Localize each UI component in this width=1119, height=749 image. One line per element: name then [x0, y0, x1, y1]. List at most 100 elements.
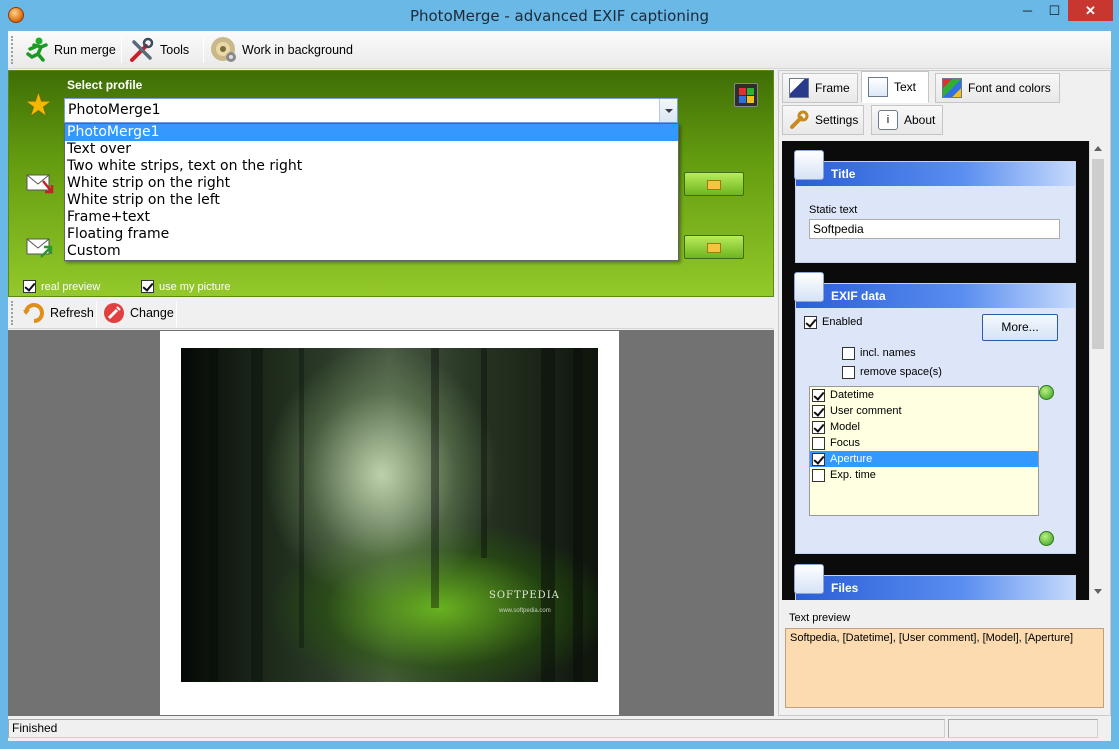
toolbar-separator [96, 301, 97, 327]
toolbar-grip[interactable] [11, 36, 14, 64]
more-button[interactable]: More... [982, 314, 1058, 341]
exif-field-list[interactable]: Datetime User comment Model Focus Apertu… [809, 386, 1039, 516]
exif-item-aperture[interactable]: Aperture [810, 451, 1038, 467]
checkbox-box[interactable] [842, 365, 855, 379]
camera-icon [794, 272, 824, 302]
static-text-label: Static text [809, 204, 858, 216]
tab-label: Frame [815, 81, 850, 95]
color-palette-button[interactable] [734, 83, 758, 107]
text-preview-label: Text preview [789, 612, 851, 624]
preview-toolbar: Refresh Change [8, 297, 774, 329]
tab-settings[interactable]: Settings [782, 105, 864, 135]
remove-spaces-checkbox[interactable]: remove space(s) [840, 364, 942, 380]
profile-option[interactable]: PhotoMerge1 [65, 124, 678, 141]
tools-button[interactable]: Tools [124, 34, 193, 66]
checkbox-box[interactable] [842, 346, 855, 360]
scroll-thumb[interactable] [1092, 159, 1104, 349]
toolbar-separator [121, 37, 122, 63]
pencil-note-icon [868, 77, 888, 97]
profile-option[interactable]: Floating frame [65, 226, 678, 243]
tab-label: About [904, 113, 936, 127]
preview-area: SOFTPEDIA www.softpedia.com [8, 330, 774, 716]
scroll-down-icon[interactable] [1094, 589, 1102, 594]
folder-icon [707, 243, 721, 253]
static-text-input[interactable]: Softpedia [809, 219, 1060, 239]
right-panel: Frame Text Font and colors Settings i Ab… [778, 70, 1111, 716]
scroll-up-icon[interactable] [1094, 146, 1102, 151]
status-bar: Finished [8, 717, 1111, 741]
run-merge-label: Run merge [54, 43, 116, 57]
main-toolbar: Run merge Tools Work in background [8, 31, 1111, 69]
frame-icon [789, 78, 809, 98]
import-envelope-icon [25, 167, 55, 194]
profile-option[interactable]: Custom [65, 243, 678, 260]
title-bar: PhotoMerge - advanced EXIF captioning ─ … [0, 0, 1119, 31]
work-in-background-button[interactable]: Work in background [206, 34, 357, 66]
select-profile-label: Select profile [67, 78, 143, 92]
title-group: Title Static text Softpedia [794, 150, 1076, 263]
move-down-icon[interactable] [1039, 531, 1054, 546]
gear-disc-icon [210, 36, 238, 64]
refresh-label: Refresh [50, 306, 94, 320]
tab-about[interactable]: i About [871, 105, 943, 135]
use-my-picture-checkbox[interactable]: use my picture [141, 280, 231, 293]
profile-option[interactable]: Frame+text [65, 209, 678, 226]
enabled-checkbox[interactable]: Enabled [802, 314, 862, 330]
import-folder-button[interactable] [684, 172, 744, 196]
maximize-button[interactable]: ☐ [1041, 0, 1068, 21]
profile-option[interactable]: White strip on the right [65, 175, 678, 192]
title-group-heading: Title [831, 167, 856, 181]
export-folder-button[interactable] [684, 235, 744, 259]
run-merge-button[interactable]: Run merge [18, 34, 120, 66]
settings-scroll-pane[interactable]: Title Static text Softpedia EXIF data En… [782, 141, 1089, 600]
chevron-down-icon[interactable] [659, 99, 677, 122]
profile-dropdown-list: PhotoMerge1 Text over Two white strips, … [64, 123, 679, 261]
profile-option[interactable]: Text over [65, 141, 678, 158]
minimize-button[interactable]: ─ [1014, 0, 1041, 21]
use-my-picture-label: use my picture [159, 280, 231, 293]
move-up-icon[interactable] [1039, 385, 1054, 400]
palette-icon [942, 78, 962, 98]
profile-select[interactable]: PhotoMerge1 [64, 98, 678, 123]
softpedia-watermark: SOFTPEDIA [489, 590, 560, 601]
title-group-header[interactable]: Title [794, 150, 1075, 186]
wrench-icon [789, 110, 809, 130]
tab-font-and-colors[interactable]: Font and colors [935, 73, 1060, 103]
tab-text[interactable]: Text [861, 71, 929, 103]
tools-icon [128, 36, 156, 64]
checkbox-box[interactable] [141, 280, 154, 293]
window-title: PhotoMerge - advanced EXIF captioning [409, 7, 710, 25]
status-panel-secondary [948, 719, 1098, 738]
files-group-header[interactable]: Files [794, 564, 1075, 600]
profile-option[interactable]: Two white strips, text on the right [65, 158, 678, 175]
toolbar-separator [176, 301, 177, 327]
profile-option[interactable]: White strip on the left [65, 192, 678, 209]
exif-item-datetime[interactable]: Datetime [810, 387, 1038, 403]
change-button[interactable]: Change [98, 298, 178, 328]
exif-group-heading: EXIF data [831, 289, 886, 303]
change-label: Change [130, 306, 174, 320]
tab-label: Text [894, 80, 917, 94]
vertical-scrollbar[interactable] [1089, 141, 1106, 600]
exif-item-focus[interactable]: Focus [810, 435, 1038, 451]
exif-group-header[interactable]: EXIF data [794, 272, 1075, 308]
exif-item-model[interactable]: Model [810, 419, 1038, 435]
checkbox-box[interactable] [23, 280, 36, 293]
tab-frame[interactable]: Frame [782, 73, 858, 103]
exif-item-user-comment[interactable]: User comment [810, 403, 1038, 419]
refresh-button[interactable]: Refresh [18, 298, 98, 328]
preview-photo[interactable]: SOFTPEDIA www.softpedia.com [181, 348, 598, 682]
text-preview-box[interactable]: Softpedia, [Datetime], [User comment], [… [785, 628, 1104, 708]
left-panel: ★ Select profile PhotoMerge1 PhotoMerge1… [8, 70, 774, 716]
softpedia-url: www.softpedia.com [499, 608, 551, 614]
incl-names-checkbox[interactable]: incl. names [840, 345, 916, 361]
exif-item-exp-time[interactable]: Exp. time [810, 467, 1038, 483]
close-button[interactable]: ✕ [1068, 0, 1113, 21]
files-group: Files [794, 564, 1076, 600]
checkbox-box[interactable] [804, 315, 817, 329]
toolbar-grip[interactable] [11, 301, 14, 325]
folder-icon [707, 180, 721, 190]
files-group-heading: Files [831, 581, 859, 595]
note-icon [794, 150, 824, 180]
real-preview-checkbox[interactable]: real preview [23, 280, 100, 293]
